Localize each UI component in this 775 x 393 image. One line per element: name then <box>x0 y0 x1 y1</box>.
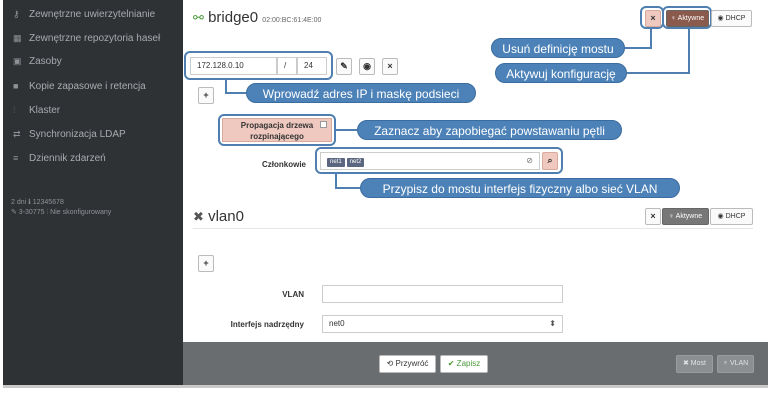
cluster-info: ✎ 3-30775 ⫶ Nie skonfigurowany <box>11 209 112 216</box>
stp-label-line2: rozpinającego <box>250 132 304 141</box>
restore-button[interactable]: ⟲ Przywróć <box>379 355 436 373</box>
callout-line <box>225 80 227 94</box>
callout-stp: Zaznacz aby zapobiegać powstawaniu pętli <box>357 120 622 140</box>
add-vlan-button[interactable]: ♆ VLAN <box>717 355 754 373</box>
stp-checkbox[interactable] <box>320 121 327 128</box>
ip-address-input[interactable]: 172.128.0.10 <box>190 57 277 75</box>
cluster-icon: ⫶ <box>13 105 16 115</box>
save-button[interactable]: ✔ Zapisz <box>440 355 488 373</box>
bridge-title: ⚯ bridge0 02:00:BC:61:4E:00 <box>193 9 321 26</box>
members-label: Członkowie <box>261 160 306 169</box>
sidebar: ⚷ Zewnętrzne uwierzytelnianie ▦ Zewnętrzne… <box>3 0 183 385</box>
sidebar-item-resources[interactable]: ▣ Zasoby <box>3 50 183 72</box>
clear-members-icon[interactable]: ⊘ <box>526 153 533 169</box>
sidebar-item-cluster[interactable]: ⫶ Klaster <box>3 99 183 121</box>
stp-label-line1: Propagacja drzewa <box>240 121 314 130</box>
key-icon: ⚷ <box>13 9 20 19</box>
callout-line <box>226 92 246 94</box>
bridge-name: bridge0 <box>208 9 259 26</box>
globe-icon[interactable]: ◉ <box>359 58 375 75</box>
sync-icon: ⇄ <box>13 129 21 139</box>
vlan-active-toggle-button[interactable]: ♀ Aktywne <box>662 208 709 225</box>
members-select[interactable]: net1 net2 ⊘ <box>320 152 540 170</box>
sidebar-item-label: Kopie zapasowe i retencja <box>29 81 146 92</box>
add-vlan-ip-button[interactable]: + <box>198 255 214 272</box>
chevron-updown-icon: ⬍ <box>549 319 556 328</box>
sidebar-item-ldap-sync[interactable]: ⇄ Synchronizacja LDAP <box>3 123 183 145</box>
vlan-name: vlan0 <box>208 208 244 225</box>
parent-interface-label: Interfejs nadrzędny <box>230 320 304 329</box>
list-icon: ≡ <box>13 153 19 163</box>
callout-line <box>625 47 651 49</box>
archive-icon: ■ <box>13 81 19 91</box>
remove-bridge-button[interactable]: × <box>645 10 661 27</box>
bridge-mac: 02:00:BC:61:4E:00 <box>262 17 322 24</box>
add-bridge-button[interactable]: ✖ Most <box>676 355 713 373</box>
uptime-info: 2 dni ℹ 12345678 <box>11 199 64 206</box>
image-icon: ▣ <box>13 56 22 66</box>
member-tag[interactable]: net2 <box>346 158 365 167</box>
add-ip-button[interactable]: + <box>198 87 214 104</box>
parent-interface-value: net0 <box>329 319 345 328</box>
ip-slash: / <box>277 57 297 75</box>
vlan-id-label: VLAN <box>282 290 304 299</box>
divider <box>193 228 753 229</box>
sidebar-item-label: Zewnętrzne uwierzytelnianie <box>29 9 156 20</box>
callout-line <box>627 72 689 74</box>
sidebar-item-label: Synchronizacja LDAP <box>29 129 126 140</box>
callout-line <box>335 174 337 189</box>
callout-activate: Aktywuj konfigurację <box>495 63 627 83</box>
vlan-dhcp-toggle-button[interactable]: ◉ DHCP <box>710 208 753 225</box>
dhcp-toggle-button[interactable]: ◉ DHCP <box>711 10 752 27</box>
vlan-title: ✖ vlan0 <box>193 208 244 225</box>
sidebar-item-label: Zasoby <box>29 56 62 67</box>
remove-vlan-button[interactable]: × <box>645 208 661 225</box>
clear-ip-button[interactable]: × <box>382 58 398 75</box>
callout-line <box>688 29 690 74</box>
parent-interface-select[interactable]: net0 ⬍ <box>322 315 563 333</box>
page-shadow <box>3 385 768 388</box>
stp-checkbox-box[interactable]: Propagacja drzewa rozpinającego <box>222 118 332 142</box>
sidebar-item-backups[interactable]: ■ Kopie zapasowe i retencja <box>3 75 183 97</box>
member-tag[interactable]: net1 <box>327 158 345 167</box>
sidebar-item-event-log[interactable]: ≡ Dziennik zdarzeń <box>3 147 183 169</box>
sidebar-item-label: Zewnętrzne repozytoria haseł <box>29 33 161 44</box>
sidebar-item-label: Dziennik zdarzeń <box>29 153 106 164</box>
callout-members: Przypisz do mostu interfejs fizyczny alb… <box>360 178 680 198</box>
callout-line <box>650 29 652 49</box>
search-icon[interactable]: ⌕ <box>542 152 558 170</box>
grid-icon: ▦ <box>13 33 22 43</box>
callout-ip: Wprowadź adres IP i maskę podsieci <box>246 83 476 103</box>
sidebar-item-external-auth[interactable]: ⚷ Zewnętrzne uwierzytelnianie <box>3 3 183 25</box>
wrench-icon[interactable]: ✎ <box>336 58 352 75</box>
close-icon: ✖ <box>193 209 204 224</box>
callout-remove: Usuń definicję mostu <box>491 38 625 58</box>
netmask-input[interactable]: 24 <box>297 57 327 75</box>
sidebar-item-password-repos[interactable]: ▦ Zewnętrzne repozytoria haseł <box>3 27 183 49</box>
callout-line <box>336 187 360 189</box>
active-toggle-button[interactable]: ♀ Aktywne <box>666 10 709 27</box>
sidebar-item-label: Klaster <box>29 105 61 116</box>
link-icon: ⚯ <box>193 10 204 25</box>
vlan-id-input[interactable] <box>322 285 563 303</box>
callout-line <box>336 129 357 131</box>
